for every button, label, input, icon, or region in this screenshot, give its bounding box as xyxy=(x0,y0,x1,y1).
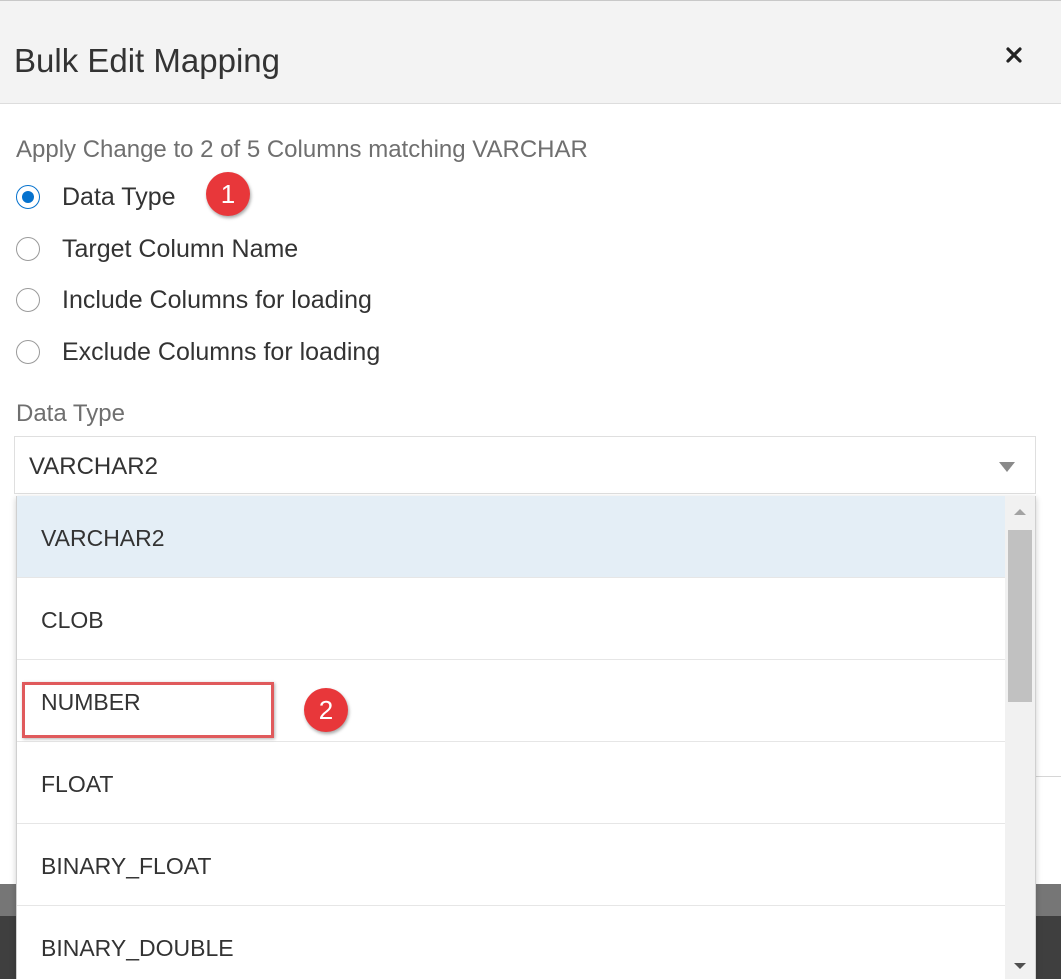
select-value: VARCHAR2 xyxy=(29,453,158,480)
option-binary-float[interactable]: BINARY_FLOAT xyxy=(17,824,1005,906)
dialog-header: Bulk Edit Mapping xyxy=(0,0,1061,104)
scroll-up-arrow-icon[interactable] xyxy=(1013,508,1027,516)
step-1-badge: 1 xyxy=(206,172,250,216)
radio-label: Exclude Columns for loading xyxy=(62,338,381,366)
close-button[interactable] xyxy=(994,35,1034,75)
option-label: VARCHAR2 xyxy=(41,525,165,551)
option-float[interactable]: FLOAT xyxy=(17,742,1005,824)
radio-label: Data Type xyxy=(62,183,176,211)
radio-include-columns[interactable]: Include Columns for loading xyxy=(16,285,372,315)
radio-button[interactable] xyxy=(16,288,40,312)
option-label: BINARY_DOUBLE xyxy=(41,935,234,961)
scrollbar-thumb[interactable] xyxy=(1008,530,1032,702)
option-label: FLOAT xyxy=(41,771,114,797)
scroll-down-arrow-icon[interactable] xyxy=(1013,962,1027,970)
step-2-badge: 2 xyxy=(304,688,348,732)
option-binary-double[interactable]: BINARY_DOUBLE xyxy=(17,906,1005,979)
close-icon xyxy=(1006,47,1022,63)
radio-button-checked[interactable] xyxy=(16,185,40,209)
radio-label: Target Column Name xyxy=(62,235,299,263)
background-divider xyxy=(1036,776,1061,777)
dialog-title: Bulk Edit Mapping xyxy=(14,42,280,79)
radio-exclude-columns[interactable]: Exclude Columns for loading xyxy=(16,337,380,367)
option-label: CLOB xyxy=(41,607,104,633)
option-label: BINARY_FLOAT xyxy=(41,853,212,879)
option-varchar2[interactable]: VARCHAR2 xyxy=(17,496,1005,578)
data-type-label: Data Type xyxy=(16,400,125,427)
radio-button[interactable] xyxy=(16,340,40,364)
dropdown-scrollbar[interactable] xyxy=(1005,496,1035,979)
radio-label: Include Columns for loading xyxy=(62,286,372,314)
radio-target-column-name[interactable]: Target Column Name xyxy=(16,234,298,264)
caret-down-icon xyxy=(999,462,1015,472)
number-option-highlight xyxy=(22,682,274,738)
data-type-select[interactable]: VARCHAR2 xyxy=(14,436,1036,494)
radio-data-type[interactable]: Data Type xyxy=(16,182,176,212)
apply-change-hint: Apply Change to 2 of 5 Columns matching … xyxy=(16,136,588,163)
bulk-edit-mapping-dialog: Bulk Edit Mapping Apply Change to 2 of 5… xyxy=(0,0,1061,979)
radio-button[interactable] xyxy=(16,237,40,261)
option-clob[interactable]: CLOB xyxy=(17,578,1005,660)
